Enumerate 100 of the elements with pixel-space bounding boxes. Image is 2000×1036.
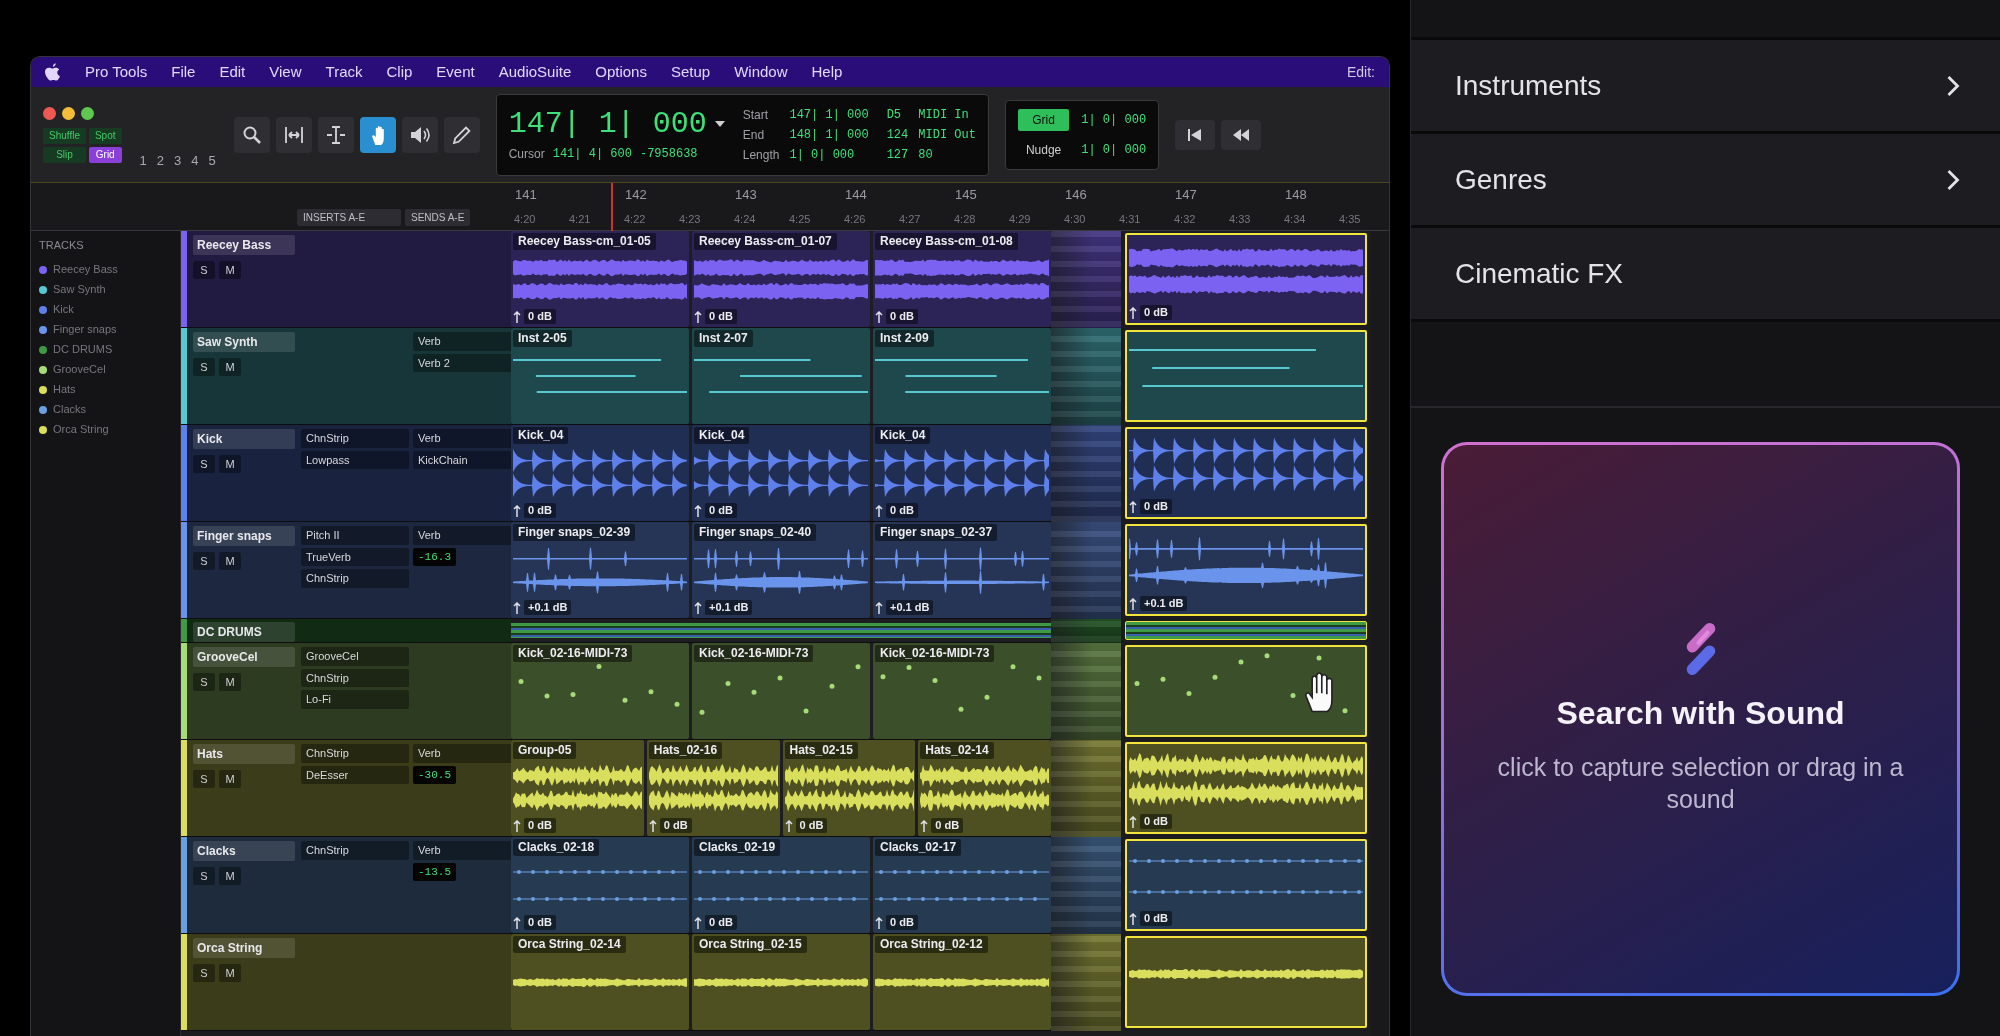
track-name[interactable]: Hats	[193, 744, 295, 764]
audio-clip[interactable]: Orca String_02-15	[692, 934, 870, 1030]
midi-clip[interactable]: Kick_02-16-MIDI-73	[511, 643, 689, 739]
mute-button[interactable]: M	[219, 770, 241, 788]
insert-slot[interactable]: ChnStrip	[301, 744, 409, 763]
audio-clip[interactable]: Hats_02-16 0 dB	[646, 740, 780, 836]
track-name[interactable]: Finger snaps	[193, 526, 295, 546]
track-name[interactable]: Clacks	[193, 841, 295, 861]
audio-clip[interactable]: Kick_04 0 dB	[692, 425, 870, 521]
midi-clip[interactable]: Kick_02-16-MIDI-73	[692, 643, 870, 739]
insert-slot[interactable]: Lowpass	[301, 450, 409, 469]
grabber-tool-button[interactable]	[359, 116, 396, 153]
audio-clip[interactable]: Orca String_02-12	[873, 934, 1051, 1030]
midi-clip[interactable]: Inst 2-09	[873, 328, 1051, 424]
selection-value[interactable]: 1| 0| 000	[789, 145, 869, 164]
audio-clip[interactable]: Reecey Bass-cm_01-05 0 dB	[511, 231, 689, 327]
rewind-button[interactable]	[1221, 119, 1262, 150]
grid-nudge-value[interactable]: 1| 0| 000	[1081, 140, 1147, 159]
menu-item[interactable]: File	[171, 60, 196, 84]
edit-mode-button[interactable]: Shuffle	[43, 127, 86, 144]
caret-down-icon[interactable]	[714, 120, 725, 127]
send-slot[interactable]: Verb	[413, 841, 513, 860]
send-slot[interactable]: Verb	[413, 429, 513, 448]
solo-button[interactable]: S	[193, 455, 215, 473]
audio-clip[interactable]: Group-05 0 dB	[511, 740, 644, 836]
selector-tool-button[interactable]	[317, 116, 354, 153]
menu-item[interactable]: Track	[325, 60, 363, 84]
scrub-tool-button[interactable]	[401, 116, 438, 153]
zoom-tool-button[interactable]	[233, 116, 270, 153]
edit-mode-button[interactable]: Grid	[88, 146, 122, 163]
menu-item[interactable]: Clip	[386, 60, 413, 84]
category-item[interactable]: Genres	[1411, 134, 2000, 228]
track-list-item[interactable]: Finger snaps	[53, 321, 117, 338]
audio-clip[interactable]: Kick_04 0 dB	[511, 425, 689, 521]
audio-clip[interactable]: Finger snaps_02-37 +0.1 dB	[873, 522, 1051, 618]
send-slot[interactable]: KickChain	[413, 450, 513, 469]
selection-value[interactable]: 148| 1| 000	[789, 125, 869, 144]
category-item[interactable]: Instruments	[1411, 40, 2000, 134]
track-list-item[interactable]: Saw Synth	[53, 281, 106, 298]
edit-mode-button[interactable]: Slip	[43, 146, 86, 163]
midi-clip[interactable]: Kick_02-16-MIDI-73	[873, 643, 1051, 739]
track-name[interactable]: Orca String	[193, 938, 295, 958]
track-list-item[interactable]: Kick	[53, 301, 74, 318]
selected-clip[interactable]: 0 dB	[1125, 427, 1367, 519]
selected-clip[interactable]	[1125, 621, 1367, 640]
send-slot[interactable]: Verb	[413, 526, 513, 545]
main-counter[interactable]: 147| 1| 000	[508, 106, 707, 141]
track-name[interactable]: Kick	[193, 429, 295, 449]
selected-clip[interactable]: 0 dB	[1125, 233, 1367, 325]
solo-button[interactable]: S	[193, 673, 215, 691]
menu-item[interactable]: Event	[436, 60, 475, 84]
mute-button[interactable]: M	[219, 867, 241, 885]
zoom-preset-button[interactable]: 1	[137, 150, 149, 170]
insert-slot[interactable]: Pitch II	[301, 526, 409, 545]
audio-clip[interactable]: Kick_04 0 dB	[873, 425, 1051, 521]
category-item[interactable]: Cinematic FX	[1411, 228, 2000, 322]
insert-slot[interactable]: ChnStrip	[301, 569, 409, 588]
track-name[interactable]: GrooveCel	[193, 647, 295, 667]
selected-clip[interactable]: 0 dB	[1125, 742, 1367, 834]
track-list-item[interactable]: DC DRUMS	[53, 341, 113, 358]
insert-slot[interactable]: ChnStrip	[301, 429, 409, 448]
zoom-preset-button[interactable]: 2	[154, 150, 166, 170]
trim-tool-button[interactable]	[275, 116, 312, 153]
apple-icon[interactable]	[45, 63, 61, 81]
track-list-item[interactable]: GrooveCel	[53, 361, 106, 378]
audio-clip[interactable]: Hats_02-15 0 dB	[782, 740, 916, 836]
edit-mode-button[interactable]: Spot	[88, 127, 122, 144]
audio-clip[interactable]: Orca String_02-14	[511, 934, 689, 1030]
menu-item[interactable]: Window	[734, 60, 788, 84]
send-slot[interactable]: Verb	[413, 744, 513, 763]
track-list-item[interactable]: Reecey Bass	[53, 261, 118, 278]
audio-clip[interactable]: Finger snaps_02-39 +0.1 dB	[511, 522, 689, 618]
audio-clip[interactable]: Clacks_02-18 0 dB	[511, 837, 689, 933]
solo-button[interactable]: S	[193, 552, 215, 570]
solo-button[interactable]: S	[193, 358, 215, 376]
send-slot[interactable]: Verb	[413, 332, 513, 351]
audio-clip[interactable]: Clacks_02-17 0 dB	[873, 837, 1051, 933]
insert-slot[interactable]: ChnStrip	[301, 841, 409, 860]
insert-slot[interactable]: TrueVerb	[301, 547, 409, 566]
menu-item[interactable]: Help	[811, 60, 843, 84]
track-name[interactable]: Saw Synth	[193, 332, 295, 352]
insert-slot[interactable]: GrooveCel	[301, 647, 409, 666]
selection-value[interactable]: 147| 1| 000	[789, 105, 869, 124]
selected-clip[interactable]	[1125, 645, 1367, 737]
audio-clip[interactable]: Clacks_02-19 0 dB	[692, 837, 870, 933]
selected-clip[interactable]	[1125, 936, 1367, 1028]
menu-item[interactable]: Setup	[670, 60, 711, 84]
mute-button[interactable]: M	[219, 552, 241, 570]
mute-button[interactable]: M	[219, 964, 241, 982]
grid-nudge-toggle[interactable]: Nudge	[1017, 138, 1070, 161]
solo-button[interactable]: S	[193, 261, 215, 279]
menu-item[interactable]: Edit	[219, 60, 246, 84]
maximize-window-button[interactable]	[81, 106, 94, 120]
track-list-item[interactable]: Hats	[53, 381, 76, 398]
solo-button[interactable]: S	[193, 867, 215, 885]
track-name[interactable]: Reecey Bass	[193, 235, 295, 255]
audio-clip[interactable]: Reecey Bass-cm_01-07 0 dB	[692, 231, 870, 327]
solo-button[interactable]: S	[193, 770, 215, 788]
track-list-item[interactable]: Orca String	[53, 421, 109, 438]
audio-clip[interactable]: Reecey Bass-cm_01-08 0 dB	[873, 231, 1051, 327]
